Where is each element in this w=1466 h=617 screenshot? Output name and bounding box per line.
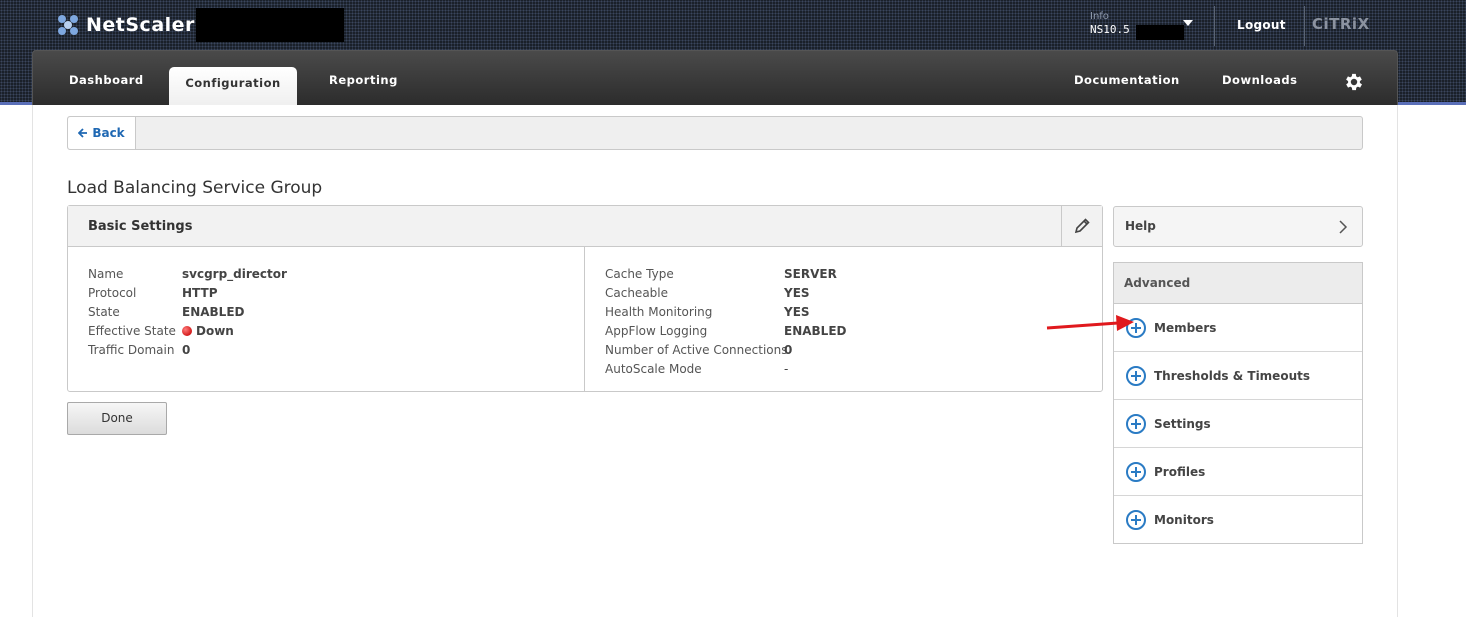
brand-name: NetScaler bbox=[86, 14, 195, 36]
tab-dashboard[interactable]: Dashboard bbox=[69, 73, 144, 87]
plus-circle-icon bbox=[1126, 366, 1146, 386]
advanced-item-label: Thresholds & Timeouts bbox=[1154, 368, 1310, 383]
plus-circle-icon bbox=[1126, 414, 1146, 434]
plus-circle-icon bbox=[1126, 510, 1146, 530]
setting-key: Cache Type bbox=[605, 267, 674, 281]
setting-key: Health Monitoring bbox=[605, 305, 713, 319]
setting-key: AutoScale Mode bbox=[605, 362, 702, 376]
setting-key: State bbox=[88, 305, 120, 319]
setting-value: HTTP bbox=[182, 286, 218, 300]
setting-key: Effective State bbox=[88, 324, 176, 338]
top-header: NetScaler Info NS10.5 Logout CiTRiX Dash… bbox=[0, 0, 1466, 106]
panel-header: Basic Settings bbox=[68, 206, 1102, 247]
edit-button[interactable] bbox=[1061, 206, 1102, 246]
setting-value: ENABLED bbox=[182, 305, 245, 319]
setting-key: AppFlow Logging bbox=[605, 324, 708, 338]
redacted-area bbox=[196, 8, 344, 42]
netscaler-logo-icon bbox=[58, 15, 78, 35]
status-down-icon bbox=[182, 326, 192, 336]
help-label: Help bbox=[1125, 219, 1156, 233]
page-title: Load Balancing Service Group bbox=[67, 178, 323, 198]
setting-value: svcgrp_director bbox=[182, 267, 287, 281]
annotation-arrow-icon bbox=[1046, 315, 1134, 331]
advanced-item-thresholds-timeouts[interactable]: Thresholds & Timeouts bbox=[1114, 352, 1362, 400]
advanced-item-monitors[interactable]: Monitors bbox=[1114, 496, 1362, 544]
gear-icon[interactable] bbox=[1343, 71, 1365, 93]
effective-state-value: Down bbox=[182, 324, 234, 338]
advanced-item-profiles[interactable]: Profiles bbox=[1114, 448, 1362, 496]
documentation-link[interactable]: Documentation bbox=[1074, 73, 1180, 87]
divider bbox=[1304, 6, 1305, 46]
chevron-down-icon[interactable] bbox=[1183, 20, 1193, 26]
breadcrumb: Back bbox=[67, 116, 1363, 150]
advanced-item-label: Monitors bbox=[1154, 513, 1214, 527]
tab-configuration[interactable]: Configuration bbox=[169, 67, 297, 106]
back-label: Back bbox=[92, 126, 125, 140]
back-button[interactable]: Back bbox=[68, 117, 136, 149]
pencil-icon bbox=[1074, 218, 1090, 234]
setting-value: 0 bbox=[182, 343, 191, 357]
settings-left-column: Name svcgrp_director Protocol HTTP State… bbox=[68, 247, 585, 391]
done-button[interactable]: Done bbox=[67, 402, 167, 435]
advanced-item-label: Settings bbox=[1154, 416, 1211, 431]
setting-value: - bbox=[784, 362, 789, 376]
info-label: Info bbox=[1090, 11, 1109, 22]
main-nav: Dashboard Configuration Reporting Docume… bbox=[32, 50, 1398, 106]
settings-right-column: Cache Type SERVER Cacheable YES Health M… bbox=[585, 247, 1102, 391]
chevron-right-icon bbox=[1339, 220, 1348, 234]
logout-link[interactable]: Logout bbox=[1237, 18, 1286, 32]
advanced-panel: Advanced Members Thresholds & Timeouts S… bbox=[1113, 262, 1363, 544]
divider bbox=[1214, 6, 1215, 46]
setting-key: Number of Active Connections bbox=[605, 343, 788, 357]
setting-value: YES bbox=[784, 286, 810, 300]
setting-key: Traffic Domain bbox=[88, 343, 175, 357]
setting-value: ENABLED bbox=[784, 324, 847, 338]
advanced-item-label: Members bbox=[1154, 320, 1217, 335]
setting-value: SERVER bbox=[784, 267, 837, 281]
info-value: NS10.5 bbox=[1090, 23, 1130, 36]
panel-title: Basic Settings bbox=[88, 219, 193, 234]
advanced-item-members[interactable]: Members bbox=[1114, 304, 1362, 352]
setting-value: YES bbox=[784, 305, 810, 319]
tab-reporting[interactable]: Reporting bbox=[329, 73, 398, 87]
help-toggle[interactable]: Help bbox=[1113, 206, 1363, 247]
setting-key: Cacheable bbox=[605, 286, 669, 300]
advanced-title: Advanced bbox=[1124, 276, 1191, 290]
advanced-item-label: Profiles bbox=[1154, 464, 1206, 479]
advanced-item-settings[interactable]: Settings bbox=[1114, 400, 1362, 448]
setting-key: Protocol bbox=[88, 286, 137, 300]
downloads-link[interactable]: Downloads bbox=[1222, 73, 1297, 87]
basic-settings-panel: Basic Settings Name svcgrp_director Prot… bbox=[67, 205, 1103, 392]
status-text: Down bbox=[196, 324, 234, 338]
setting-value: 0 bbox=[784, 343, 793, 357]
brand-logo[interactable]: NetScaler bbox=[58, 12, 195, 38]
advanced-header: Advanced bbox=[1114, 263, 1362, 304]
setting-key: Name bbox=[88, 267, 124, 281]
plus-circle-icon bbox=[1126, 462, 1146, 482]
info-dropdown[interactable]: Info NS10.5 bbox=[1090, 11, 1130, 36]
citrix-logo: CiTRiX bbox=[1312, 15, 1370, 33]
redacted-area bbox=[1136, 25, 1184, 40]
arrow-left-icon bbox=[78, 128, 88, 138]
